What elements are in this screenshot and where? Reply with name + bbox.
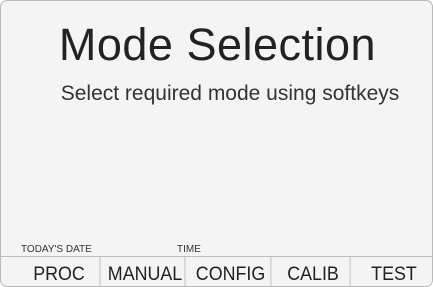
softkey-bar: PROC MANUAL CONFIG CALIB TEST	[1, 256, 432, 286]
todays-date-label: TODAY'S DATE	[21, 244, 92, 255]
time-label: TIME	[177, 244, 201, 255]
display-screen: Mode Selection Select required mode usin…	[0, 0, 433, 287]
page-title: Mode Selection	[58, 19, 377, 70]
softkey-manual[interactable]: MANUAL	[106, 257, 186, 286]
softkey-proc[interactable]: PROC	[19, 257, 101, 286]
instruction-text: Select required mode using softkeys	[60, 82, 400, 105]
softkey-calib[interactable]: CALIB	[276, 257, 351, 286]
softkey-test[interactable]: TEST	[355, 257, 432, 286]
softkey-config[interactable]: CONFIG	[191, 257, 272, 286]
